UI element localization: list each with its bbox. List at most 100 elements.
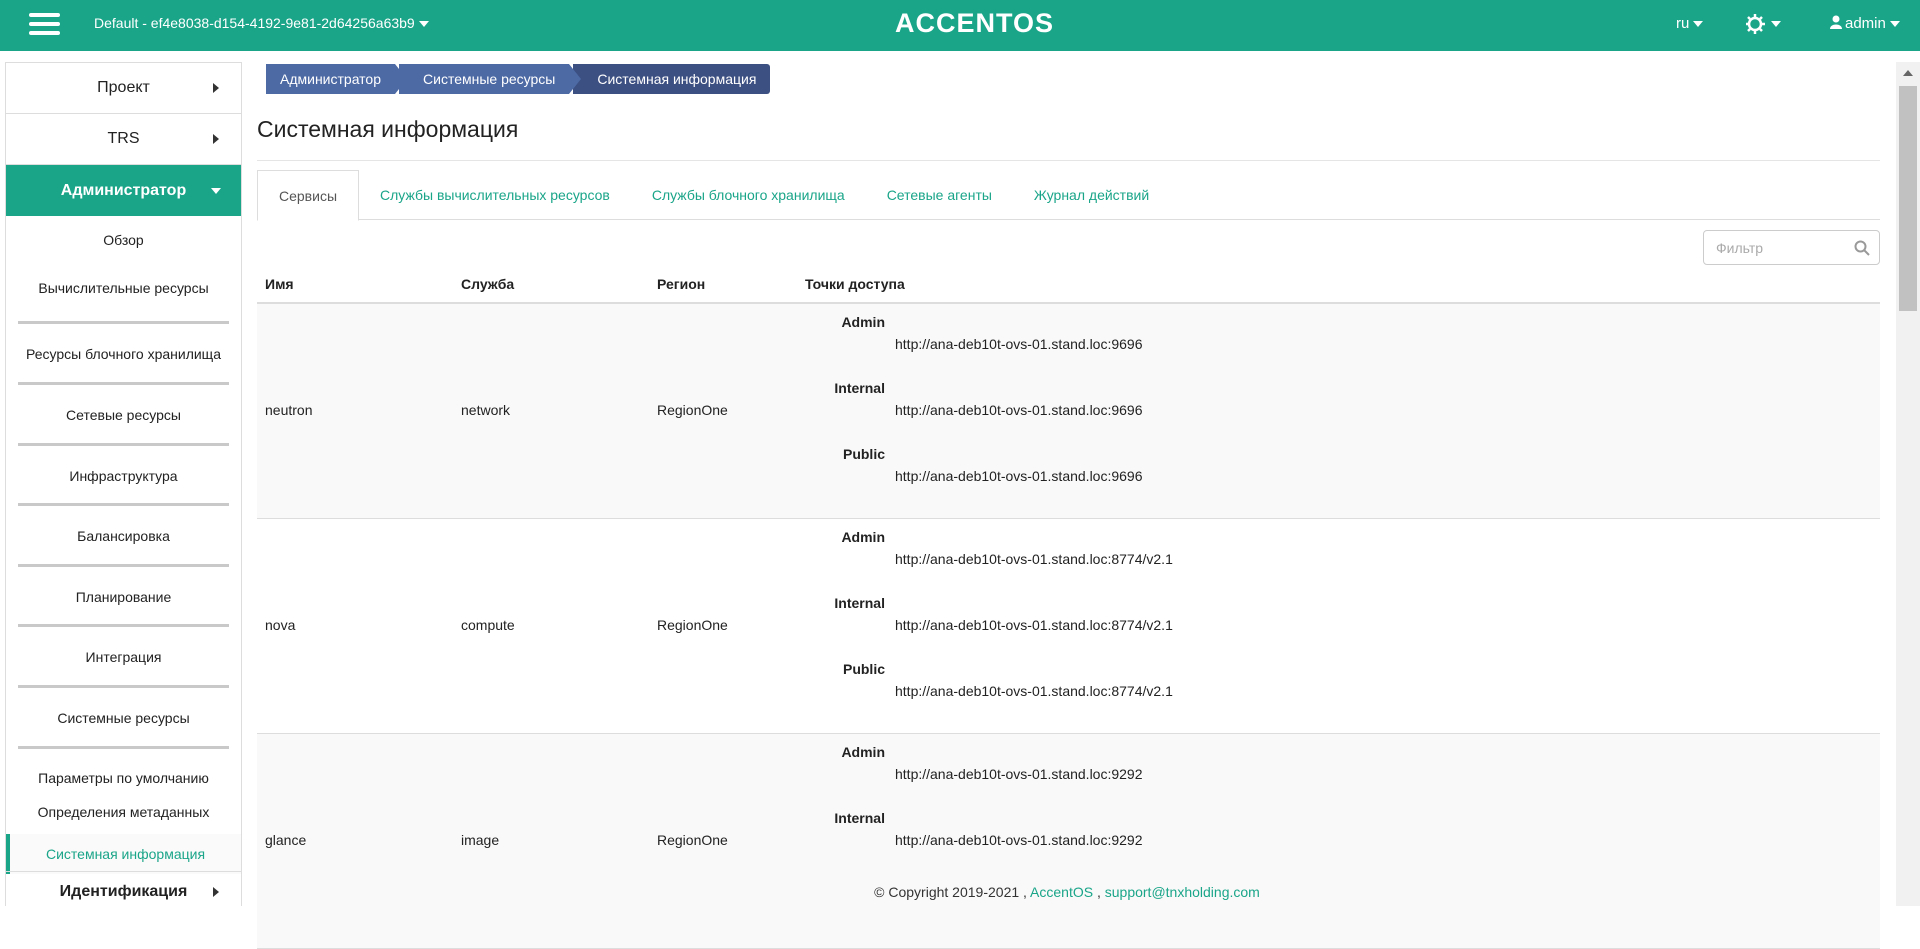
sidebar-item-label: Системная информация [45,846,206,862]
endpoint-label: Public [842,446,885,462]
brand-logo: ACCENTOS [895,8,1055,38]
table-header: Имя Служба Регион Точки доступа [257,270,1880,304]
language-label: ru [1676,15,1690,32]
cell-service: network [461,402,511,418]
accentos-link[interactable]: AccentOS [1030,884,1093,900]
search-icon[interactable] [1854,240,1870,256]
sidebar-item-planning[interactable]: Планирование [6,567,241,627]
sidebar-item-label: Планирование [75,589,172,605]
breadcrumb: Администратор Системные ресурсы Системна… [266,64,774,94]
endpoint-label: Admin [841,314,885,330]
sidebar: Проект TRS Администратор Обзор Вычислите… [5,62,242,906]
sidebar-item-admin[interactable]: Администратор [6,165,241,216]
menu-toggle-icon[interactable] [29,13,60,39]
sidebar-item-label: Параметры по умолчанию [38,770,209,786]
tab-services[interactable]: Сервисы [257,170,360,221]
endpoint-label: Internal [834,810,885,826]
tab-action-log[interactable]: Журнал действий [1013,170,1170,219]
sidebar-item-label: Интеграция [85,649,162,665]
sidebar-item-identity[interactable]: Идентификация [6,871,241,906]
copyright-text: © Copyright 2019-2021 , [874,884,1027,900]
endpoint-url: http://ana-deb10t-ovs-01.stand.loc:8774/… [895,551,1173,567]
chevron-right-icon [213,83,219,93]
sidebar-item-label: Вычислительные ресурсы [38,280,209,296]
column-header-service[interactable]: Служба [461,276,514,292]
theme-settings-menu[interactable] [1745,12,1782,41]
cell-region: RegionOne [657,402,728,418]
column-header-endpoints[interactable]: Точки доступа [805,276,905,292]
project-selector[interactable]: Default - ef4e8038-d154-4192-9e81-2d6425… [94,15,429,31]
sidebar-item-label: Администратор [60,181,187,199]
tab-network-agents[interactable]: Сетевые агенты [866,170,1013,219]
chevron-right-icon [213,887,219,897]
scroll-up-icon[interactable] [1903,70,1913,76]
endpoint-url: http://ana-deb10t-ovs-01.stand.loc:9292 [895,832,1143,848]
sidebar-item-system-info[interactable]: Системная информация [6,834,241,874]
sidebar-item-defaults[interactable]: Параметры по умолчанию [6,749,241,791]
support-email-link[interactable]: support@tnxholding.com [1105,884,1260,900]
services-table: Имя Служба Регион Точки доступа neutron … [257,270,1880,949]
tab-compute-services[interactable]: Службы вычислительных ресурсов [359,170,631,219]
sidebar-item-label: Системные ресурсы [57,710,190,726]
table-row: nova compute RegionOne Admin http://ana-… [257,519,1880,734]
endpoint-label: Internal [834,595,885,611]
sidebar-item-trs[interactable]: TRS [6,114,241,165]
page-scrollbar[interactable] [1896,62,1920,906]
endpoint-url: http://ana-deb10t-ovs-01.stand.loc:9696 [895,402,1143,418]
sidebar-item-label: Идентификация [59,882,188,900]
sidebar-item-compute[interactable]: Вычислительные ресурсы [6,264,241,324]
column-header-name[interactable]: Имя [265,276,294,292]
breadcrumb-item-system-info[interactable]: Системная информация [573,64,771,94]
sidebar-item-block-storage[interactable]: Ресурсы блочного хранилища [6,324,241,385]
cell-name: neutron [265,402,313,418]
sidebar-item-metadata-definitions[interactable]: Определения метаданных [6,791,241,834]
title-divider [257,160,1880,161]
user-menu[interactable]: admin [1830,15,1900,32]
top-navbar: Default - ef4e8038-d154-4192-9e81-2d6425… [0,0,1920,51]
filter-box [1703,230,1880,265]
tab-bar: Сервисы Службы вычислительных ресурсов С… [257,170,1880,221]
sidebar-item-infrastructure[interactable]: Инфраструктура [6,446,241,506]
cell-region: RegionOne [657,617,728,633]
chevron-down-icon [1889,21,1900,28]
sidebar-item-network[interactable]: Сетевые ресурсы [6,385,241,446]
cell-name: glance [265,832,307,848]
chevron-down-icon [1693,21,1704,28]
chevron-down-icon [418,21,429,28]
endpoint-url: http://ana-deb10t-ovs-01.stand.loc:9696 [895,336,1143,352]
endpoint-url: http://ana-deb10t-ovs-01.stand.loc:8774/… [895,617,1173,633]
language-selector[interactable]: ru [1676,15,1704,32]
endpoint-url: http://ana-deb10t-ovs-01.stand.loc:9696 [895,468,1143,484]
cell-service: compute [461,617,515,633]
endpoint-url: http://ana-deb10t-ovs-01.stand.loc:9292 [895,766,1143,782]
scrollbar-thumb[interactable] [1899,86,1917,311]
sidebar-item-label: Инфраструктура [69,468,178,484]
cell-name: nova [265,617,296,633]
user-icon [1830,15,1842,29]
sidebar-item-project[interactable]: Проект [6,63,241,114]
sidebar-item-system-resources[interactable]: Системные ресурсы [6,688,241,749]
table-row: glance image RegionOne Admin http://ana-… [257,734,1880,949]
footer: © Copyright 2019-2021 , AccentOS , suppo… [242,884,1892,900]
sidebar-item-overview[interactable]: Обзор [6,216,241,264]
sidebar-item-label: TRS [107,130,140,147]
page-title: Системная информация [257,116,519,142]
user-label: admin [1845,15,1886,32]
breadcrumb-item-system-resources[interactable]: Системные ресурсы [399,64,582,94]
tab-block-storage-services[interactable]: Службы блочного хранилища [631,170,866,219]
sidebar-item-label: Определения метаданных [37,804,210,820]
sidebar-item-integration[interactable]: Интеграция [6,627,241,688]
endpoint-label: Public [842,661,885,677]
chevron-right-icon [213,134,219,144]
sidebar-item-label: Балансировка [77,528,170,544]
endpoint-label: Internal [834,380,885,396]
endpoint-url: http://ana-deb10t-ovs-01.stand.loc:8774/… [895,683,1173,699]
filter-input[interactable] [1704,231,1844,264]
column-header-region[interactable]: Регион [657,276,705,292]
cell-service: image [461,832,500,848]
sidebar-item-balancing[interactable]: Балансировка [6,506,241,567]
sidebar-item-label: Сетевые ресурсы [66,407,181,423]
breadcrumb-item-admin[interactable]: Администратор [266,64,408,94]
sidebar-item-label: Обзор [103,232,144,248]
endpoint-label: Admin [841,529,885,545]
